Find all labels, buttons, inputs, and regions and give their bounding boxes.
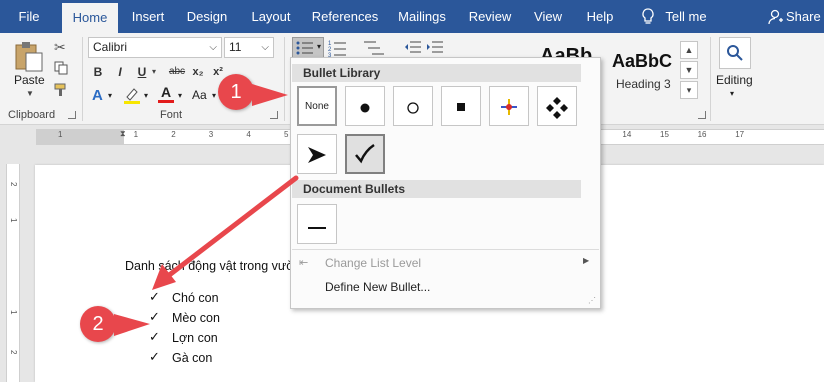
callout-badge-1: 1 (218, 74, 254, 110)
callout-pointer-2 (114, 314, 150, 336)
callout-badge-2: 2 (80, 306, 116, 342)
callout-pointer-1 (252, 84, 288, 106)
